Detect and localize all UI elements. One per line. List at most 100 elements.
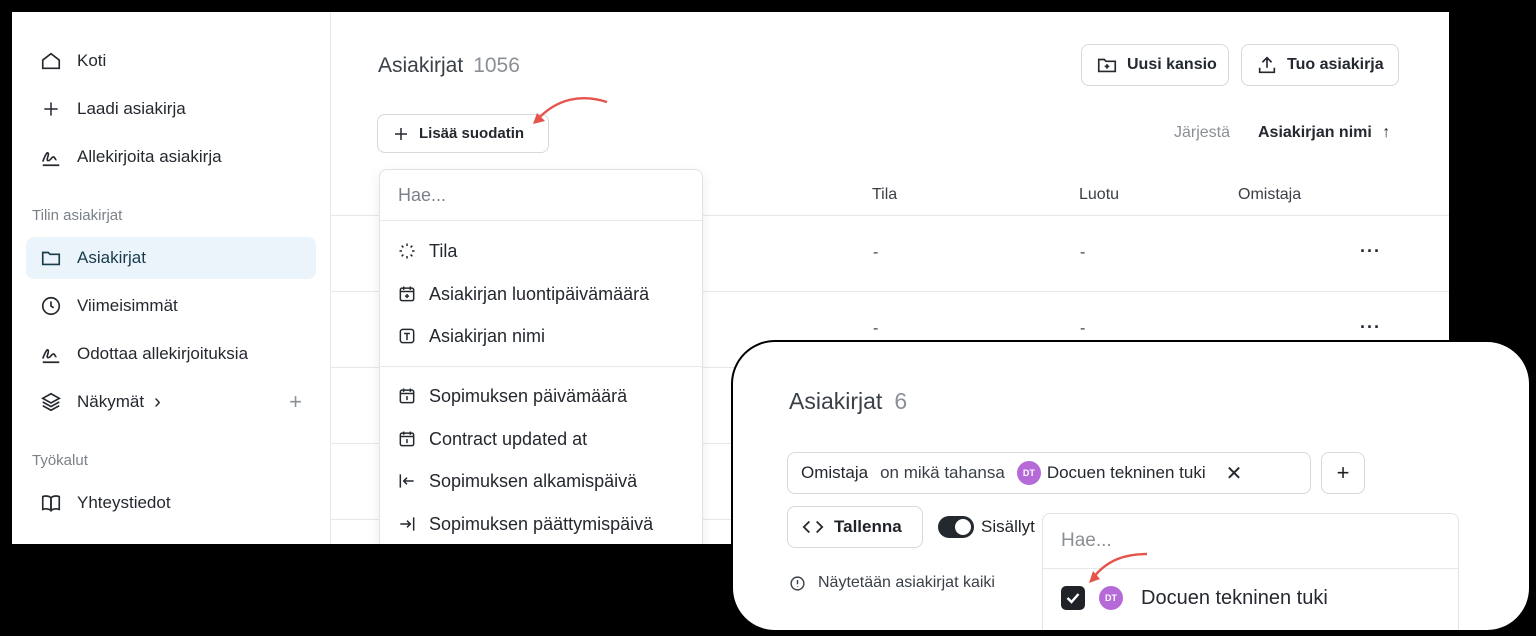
filter-value: Docuen tekninen tuki: [1046, 463, 1206, 482]
sidebar-item-sign-document[interactable]: Allekirjoita asiakirja: [26, 136, 316, 178]
add-filter-button[interactable]: +: [1321, 452, 1365, 494]
clock-icon: [39, 294, 63, 318]
upload-icon: [1256, 54, 1278, 76]
plus-icon: [392, 125, 410, 143]
column-header-created[interactable]: Luotu: [1079, 186, 1119, 204]
folder-icon: [39, 246, 63, 270]
arrow-right-bar-icon: [396, 513, 418, 535]
sidebar-item-views[interactable]: Näkymät › +: [26, 381, 316, 423]
info-icon: [789, 575, 806, 592]
home-icon: [39, 49, 63, 73]
sidebar-item-label: Yhteystiedot: [77, 493, 171, 512]
import-document-button[interactable]: Tuo asiakirja: [1241, 44, 1399, 86]
filter-option-label: Asiakirjan luontipäivämäärä: [429, 283, 650, 304]
sidebar: Koti Laadi asiakirja Allekirjoita asiaki…: [12, 12, 331, 544]
import-document-label: Tuo asiakirja: [1287, 56, 1384, 73]
filter-option-label: Sopimuksen päivämäärä: [429, 385, 628, 406]
column-header-status[interactable]: Tila: [872, 186, 897, 204]
row-menu-button[interactable]: ···: [1360, 317, 1381, 338]
filter-option-label: Sopimuksen alkamispäivä: [429, 470, 638, 491]
annotation-arrow: [1089, 552, 1148, 583]
book-icon: [39, 491, 63, 515]
active-filter-chip[interactable]: Omistaja on mikä tahansa DT Docuen tekni…: [787, 452, 1311, 494]
filter-option-contract-end[interactable]: Sopimuksen päättymispäivä: [396, 513, 653, 535]
sidebar-item-label: Odottaa allekirjoituksia: [77, 344, 249, 363]
inset-count: 6: [894, 388, 908, 414]
calendar-icon: [396, 428, 418, 450]
page-title: Asiakirjat 1056: [378, 54, 520, 78]
column-header-owner[interactable]: Omistaja: [1238, 186, 1301, 204]
filter-option-label: Contract updated at: [429, 428, 588, 449]
include-label: Sisällyt: [981, 517, 1035, 536]
row-created: -: [1080, 244, 1086, 261]
sidebar-item-contacts[interactable]: Yhteystiedot: [26, 482, 316, 524]
filter-option-contract-date[interactable]: Sopimuksen päivämäärä: [396, 385, 627, 407]
checkbox-checked[interactable]: [1061, 586, 1085, 610]
calendar-plus-icon: [396, 283, 418, 305]
signature-icon: [39, 342, 63, 366]
sidebar-item-home[interactable]: Koti: [26, 40, 316, 82]
info-message: Näytetään asiakirjat kaiki: [789, 574, 995, 592]
folder-plus-icon: [1096, 54, 1118, 76]
arrow-left-bar-icon: [396, 470, 418, 492]
inset-title-text: Asiakirjat: [789, 388, 883, 414]
save-label: Tallenna: [834, 517, 902, 536]
close-icon[interactable]: ✕: [1226, 461, 1243, 486]
layers-icon: [39, 390, 63, 414]
sidebar-section-account: Tilin asiakirjat: [32, 207, 123, 224]
row-status: -: [873, 320, 879, 337]
sidebar-item-label: Asiakirjat: [77, 248, 146, 267]
filter-option-contract-start[interactable]: Sopimuksen alkamispäivä: [396, 470, 637, 492]
sidebar-item-awaiting-signatures[interactable]: Odottaa allekirjoituksia: [26, 333, 316, 375]
inset-title: Asiakirjat 6: [789, 388, 907, 415]
filter-search-input[interactable]: Hae...: [380, 170, 702, 221]
filter-option-contract-updated[interactable]: Contract updated at: [396, 428, 587, 450]
filter-option-label: Sopimuksen päättymispäivä: [429, 513, 654, 534]
sidebar-item-documents[interactable]: Asiakirjat: [26, 237, 316, 279]
owner-popup: Hae... DT Docuen tekninen tuki: [1042, 513, 1459, 630]
filter-option-status[interactable]: Tila: [396, 240, 457, 262]
row-menu-button[interactable]: ···: [1360, 241, 1381, 262]
info-text: Näytetään asiakirjat kaiki: [818, 574, 995, 591]
sidebar-item-label: Näkymät: [77, 392, 145, 411]
filter-option-created-date[interactable]: Asiakirjan luontipäivämäärä: [396, 283, 649, 305]
chevron-right-icon: ›: [154, 390, 161, 413]
add-filter-label: Lisää suodatin: [419, 125, 525, 142]
sort-dropdown[interactable]: Asiakirjan nimi ↑: [1258, 124, 1390, 142]
sidebar-item-label: Allekirjoita asiakirja: [77, 147, 222, 166]
include-toggle[interactable]: [938, 516, 974, 538]
sidebar-item-create-document[interactable]: Laadi asiakirja: [26, 88, 316, 130]
filter-option-label: Asiakirjan nimi: [429, 325, 546, 346]
add-filter-button[interactable]: Lisää suodatin: [377, 114, 549, 153]
filter-option-document-name[interactable]: Asiakirjan nimi: [396, 325, 545, 347]
document-count: 1056: [473, 54, 520, 77]
filter-option-label: Tila: [429, 240, 458, 261]
sidebar-item-label: Viimeisimmät: [77, 296, 178, 315]
text-box-icon: [396, 325, 418, 347]
calendar-icon: [396, 385, 418, 407]
page-title-text: Asiakirjat: [378, 54, 464, 77]
sort-label: Järjestä: [1174, 124, 1231, 141]
save-button[interactable]: Tallenna: [787, 506, 923, 548]
signature-icon: [39, 145, 63, 169]
sidebar-item-label: Laadi asiakirja: [77, 99, 186, 118]
loader-icon: [396, 240, 418, 262]
add-view-button[interactable]: +: [289, 389, 302, 415]
avatar: DT: [1016, 461, 1041, 485]
plus-icon: [39, 97, 63, 121]
sidebar-item-recent[interactable]: Viimeisimmät: [26, 285, 316, 327]
row-created: -: [1080, 320, 1086, 337]
arrow-up-icon: ↑: [1382, 124, 1391, 141]
filter-dropdown-divider: [380, 366, 702, 367]
new-folder-button[interactable]: Uusi kansio: [1081, 44, 1229, 86]
annotation-arrow: [533, 97, 608, 124]
zoom-inset: Asiakirjat 6 Omistaja on mikä tahansa DT …: [731, 340, 1531, 632]
owner-option-label: Docuen tekninen tuki: [1141, 586, 1328, 609]
filter-field: Omistaja: [801, 463, 869, 482]
filter-operator: on mikä tahansa: [880, 463, 1005, 482]
sort-value: Asiakirjan nimi: [1258, 124, 1372, 141]
sidebar-item-label: Koti: [77, 51, 107, 70]
filter-dropdown: Hae... Tila Asiakirjan luontipäivämäärä …: [379, 169, 703, 544]
new-folder-label: Uusi kansio: [1127, 56, 1217, 73]
row-status: -: [873, 244, 879, 261]
